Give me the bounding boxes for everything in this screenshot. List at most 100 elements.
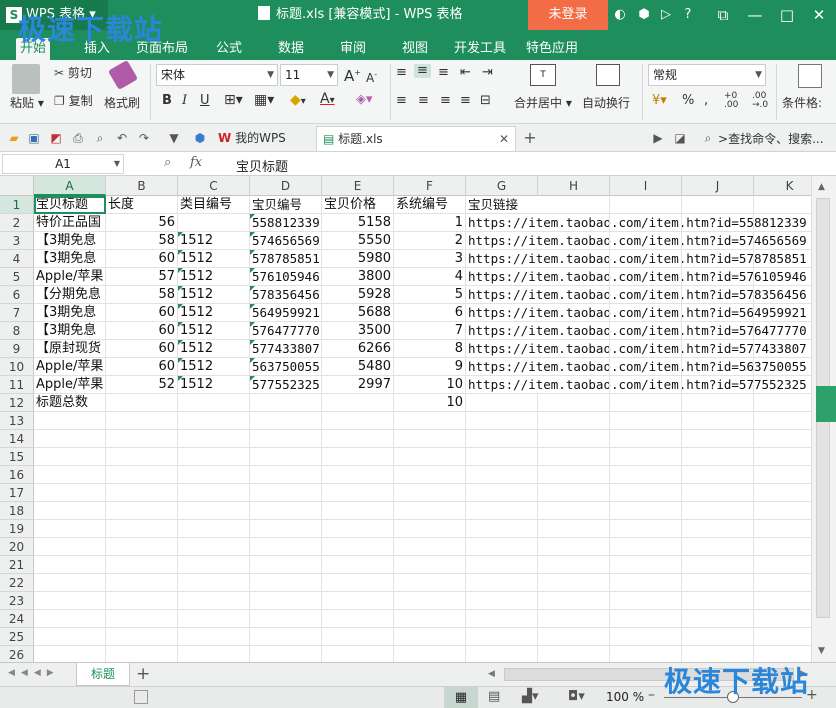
cell-C15[interactable]: [178, 448, 250, 466]
cell-K25[interactable]: [754, 628, 811, 646]
cell-H20[interactable]: [538, 538, 610, 556]
cell-J9[interactable]: [682, 340, 754, 358]
cell-E8[interactable]: 3500: [322, 322, 394, 340]
cell-F2[interactable]: 1: [394, 214, 466, 232]
column-header-G[interactable]: G: [466, 176, 538, 196]
cell-H21[interactable]: [538, 556, 610, 574]
cell-F18[interactable]: [394, 502, 466, 520]
cell-K14[interactable]: [754, 430, 811, 448]
cell-H14[interactable]: [538, 430, 610, 448]
help-icon[interactable]: ?: [680, 7, 696, 23]
cell-H18[interactable]: [538, 502, 610, 520]
column-header-E[interactable]: E: [322, 176, 394, 196]
cell-K21[interactable]: [754, 556, 811, 574]
format-painter-button[interactable]: 格式刷: [104, 96, 140, 110]
cell-F8[interactable]: 7: [394, 322, 466, 340]
cell-J13[interactable]: [682, 412, 754, 430]
cell-F7[interactable]: 6: [394, 304, 466, 322]
cell-J2[interactable]: [682, 214, 754, 232]
cell-K20[interactable]: [754, 538, 811, 556]
cell-B3[interactable]: 58: [106, 232, 178, 250]
tab-my-wps[interactable]: W 我的WPS: [212, 126, 314, 151]
tab-developer[interactable]: 开发工具: [450, 38, 510, 60]
cell-I24[interactable]: [610, 610, 682, 628]
clear-icon[interactable]: ◈▾: [356, 93, 373, 107]
undo-icon[interactable]: ↶: [114, 130, 130, 146]
cell-J22[interactable]: [682, 574, 754, 592]
row-header[interactable]: 17: [0, 484, 34, 502]
row-header[interactable]: 7: [0, 304, 34, 322]
cell-E11[interactable]: 2997: [322, 376, 394, 394]
cell-C20[interactable]: [178, 538, 250, 556]
cell-B19[interactable]: [106, 520, 178, 538]
row-header[interactable]: 6: [0, 286, 34, 304]
cell-A12[interactable]: 标题总数: [34, 394, 106, 412]
row-header[interactable]: 24: [0, 610, 34, 628]
cell-J21[interactable]: [682, 556, 754, 574]
cell-K2[interactable]: [754, 214, 811, 232]
cell-J8[interactable]: [682, 322, 754, 340]
cell-E5[interactable]: 3800: [322, 268, 394, 286]
cell-J20[interactable]: [682, 538, 754, 556]
skin-icon[interactable]: ◐: [612, 7, 628, 23]
copy-button[interactable]: ❐ 复制: [54, 94, 93, 108]
cell-A26[interactable]: [34, 646, 106, 662]
side-panel-handle[interactable]: [816, 386, 836, 422]
cell-K17[interactable]: [754, 484, 811, 502]
cell-A25[interactable]: [34, 628, 106, 646]
minimize-button[interactable]: —: [740, 0, 770, 30]
cell-I21[interactable]: [610, 556, 682, 574]
cell-F26[interactable]: [394, 646, 466, 662]
command-search[interactable]: >查找命令、搜索...: [718, 130, 824, 147]
row-header[interactable]: 26: [0, 646, 34, 662]
font-color-icon[interactable]: A▾: [320, 92, 335, 108]
cell-H23[interactable]: [538, 592, 610, 610]
cell-G18[interactable]: [466, 502, 538, 520]
cell-I13[interactable]: [610, 412, 682, 430]
cell-G17[interactable]: [466, 484, 538, 502]
row-header[interactable]: 1: [0, 196, 34, 214]
cell-A24[interactable]: [34, 610, 106, 628]
cell-B5[interactable]: 57: [106, 268, 178, 286]
cell-C8[interactable]: 1512: [178, 322, 250, 340]
cell-J1[interactable]: [682, 196, 754, 214]
cell-F21[interactable]: [394, 556, 466, 574]
scroll-down-icon[interactable]: ▼: [818, 646, 825, 656]
cell-E6[interactable]: 5928: [322, 286, 394, 304]
indent-decrease-icon[interactable]: ⇤: [460, 66, 471, 80]
tab-special[interactable]: 特色应用: [522, 38, 582, 60]
cell-E25[interactable]: [322, 628, 394, 646]
cell-K23[interactable]: [754, 592, 811, 610]
cell-A5[interactable]: Apple/苹果: [34, 268, 106, 286]
cell-B23[interactable]: [106, 592, 178, 610]
font-size-select[interactable]: 11 ▼: [280, 64, 338, 86]
cell-D3[interactable]: 574656569: [250, 232, 322, 250]
cell-I6[interactable]: [610, 286, 682, 304]
column-header-D[interactable]: D: [250, 176, 322, 196]
cell-E12[interactable]: [322, 394, 394, 412]
cell-D22[interactable]: [250, 574, 322, 592]
cell-A23[interactable]: [34, 592, 106, 610]
cell-E15[interactable]: [322, 448, 394, 466]
cell-C9[interactable]: 1512: [178, 340, 250, 358]
cell-K18[interactable]: [754, 502, 811, 520]
cell-I3[interactable]: [610, 232, 682, 250]
add-sheet-icon[interactable]: +: [136, 664, 150, 684]
cell-I14[interactable]: [610, 430, 682, 448]
name-box[interactable]: A1 ▼: [2, 154, 124, 174]
zoom-out-icon[interactable]: –: [648, 687, 655, 703]
cell-C6[interactable]: 1512: [178, 286, 250, 304]
cell-A10[interactable]: Apple/苹果: [34, 358, 106, 376]
cell-B16[interactable]: [106, 466, 178, 484]
cell-A17[interactable]: [34, 484, 106, 502]
cell-E2[interactable]: 5158: [322, 214, 394, 232]
cell-F24[interactable]: [394, 610, 466, 628]
cell-J10[interactable]: [682, 358, 754, 376]
cell-C12[interactable]: [178, 394, 250, 412]
cell-K4[interactable]: [754, 250, 811, 268]
zoom-level[interactable]: 100 %: [606, 690, 644, 704]
cell-F14[interactable]: [394, 430, 466, 448]
redo-icon[interactable]: ↷: [136, 130, 152, 146]
cell-I19[interactable]: [610, 520, 682, 538]
cell-E3[interactable]: 5550: [322, 232, 394, 250]
